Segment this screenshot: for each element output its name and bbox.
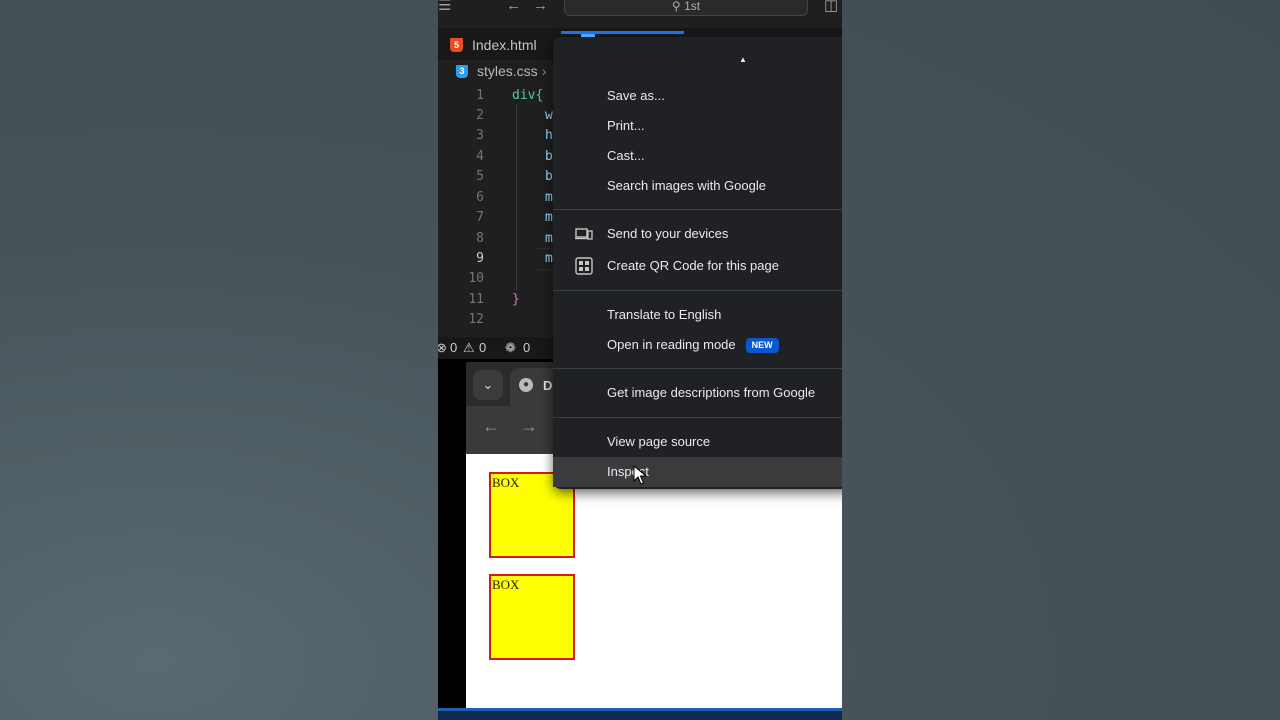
menu-item-save-as[interactable]: Save as...: [553, 81, 842, 111]
code-line: }: [512, 292, 520, 307]
taskbar-edge: [438, 708, 842, 720]
code-line: m: [545, 190, 553, 205]
search-text: 1st: [684, 0, 701, 13]
chevron-right-icon: ›: [541, 63, 547, 79]
line-number: 8: [476, 231, 484, 246]
breadcrumb[interactable]: 3 styles.css ›: [456, 63, 546, 79]
tab-strip-peek: [561, 31, 684, 34]
menu-separator: [553, 290, 842, 291]
scroll-up-arrow-icon[interactable]: ▲: [739, 55, 747, 64]
menu-item-label: Translate to English: [607, 307, 722, 322]
browser-back-icon[interactable]: ←: [482, 416, 500, 437]
line-number: 6: [476, 190, 484, 205]
menu-item-label: Search images with Google: [607, 178, 766, 193]
new-badge: NEW: [745, 338, 779, 353]
warnings-icon[interactable]: ⚠: [463, 337, 475, 359]
browser-tab-label: D: [543, 378, 553, 393]
menu-item-label: View page source: [607, 434, 711, 449]
menu-item-create-qr-code[interactable]: Create QR Code for this page: [553, 251, 842, 281]
qr-code-icon: [575, 257, 593, 275]
devices-icon: [575, 228, 593, 240]
code-line: h: [545, 128, 553, 143]
line-number: 7: [476, 210, 484, 225]
menu-item-label: Print...: [607, 118, 645, 133]
line-number: 12: [468, 312, 484, 327]
errors-count: 0: [450, 340, 458, 355]
tab-index-html[interactable]: 5 Index.html: [450, 34, 537, 56]
context-menu: ▲ Save as... Print... Cast... Search ima…: [553, 31, 842, 489]
menu-item-inspect[interactable]: Inspect: [553, 457, 842, 487]
html5-icon: 5: [450, 38, 463, 52]
errors-icon[interactable]: ⊗: [438, 337, 447, 359]
warnings-count: 0: [479, 340, 487, 355]
back-arrow-icon[interactable]: ←: [506, 0, 521, 16]
forward-arrow-icon[interactable]: →: [533, 0, 548, 16]
browser-forward-icon[interactable]: →: [520, 416, 538, 437]
menu-item-print[interactable]: Print...: [553, 111, 842, 141]
tab-strip-peek: [581, 34, 595, 37]
code-line: b: [545, 149, 553, 164]
tab-search-chevron-icon[interactable]: ⌄: [473, 370, 503, 400]
box-label: BOX: [492, 577, 520, 592]
globe-icon: ●: [519, 378, 533, 392]
menu-item-label: Get image descriptions from Google: [607, 385, 816, 400]
code-line: div{: [512, 88, 544, 103]
menu-item-cast[interactable]: Cast...: [553, 141, 842, 171]
page-viewport: BOX BOX: [466, 454, 842, 708]
menu-item-search-images[interactable]: Search images with Google: [553, 171, 842, 201]
line-number: 3: [476, 128, 484, 143]
menu-item-send-to-devices[interactable]: Send to your devices: [553, 219, 842, 249]
menu-item-image-descriptions[interactable]: Get image descriptions from Google: [553, 378, 842, 408]
line-number: 10: [468, 271, 484, 286]
menu-item-label: Cast...: [607, 148, 645, 163]
mouse-cursor-icon: [633, 465, 647, 485]
layout-toggle-icon[interactable]: ◫: [824, 0, 838, 16]
tab-label: Index.html: [472, 37, 537, 53]
menu-item-reading-mode[interactable]: Open in reading mode NEW: [553, 330, 842, 360]
menu-item-label: Save as...: [607, 88, 665, 103]
line-number-active: 9: [476, 251, 484, 266]
menu-item-translate[interactable]: Translate to English: [553, 300, 842, 330]
menu-separator: [553, 368, 842, 369]
code-line: m: [545, 251, 553, 266]
code-line: b: [545, 169, 553, 184]
menu-separator: [553, 417, 842, 418]
menu-separator: [553, 209, 842, 210]
menu-item-label: Create QR Code for this page: [607, 258, 779, 273]
menu-item-label: Send to your devices: [607, 226, 729, 241]
vscode-title-bar: ☰ ← → ⚲ 1st ◫: [438, 0, 842, 18]
line-number: 1: [476, 88, 484, 103]
box-label: BOX: [492, 475, 520, 490]
search-icon: ⚲: [671, 0, 681, 13]
hamburger-menu-icon[interactable]: ☰: [438, 0, 451, 16]
breadcrumb-file: styles.css: [477, 63, 538, 79]
ports-icon[interactable]: ❁: [505, 337, 516, 359]
line-number: 11: [468, 292, 484, 307]
code-line: m: [545, 231, 553, 246]
command-center-search[interactable]: ⚲ 1st: [564, 0, 808, 16]
line-number: 4: [476, 149, 484, 164]
screen-recording: ☰ ← → ⚲ 1st ◫ 5 Index.html 3 styles.css …: [438, 0, 842, 720]
line-number: 5: [476, 169, 484, 184]
line-number: 2: [476, 108, 484, 123]
yellow-box: BOX: [489, 574, 575, 660]
indent-guide: [516, 105, 517, 290]
ports-count: 0: [523, 340, 531, 355]
menu-item-view-page-source[interactable]: View page source: [553, 427, 842, 457]
code-line: m: [545, 210, 553, 225]
menu-item-label-with-badge: Open in reading mode NEW: [607, 337, 779, 353]
code-line: w: [545, 108, 553, 123]
css3-icon: 3: [456, 64, 468, 78]
menu-item-label: Open in reading mode: [607, 337, 736, 352]
